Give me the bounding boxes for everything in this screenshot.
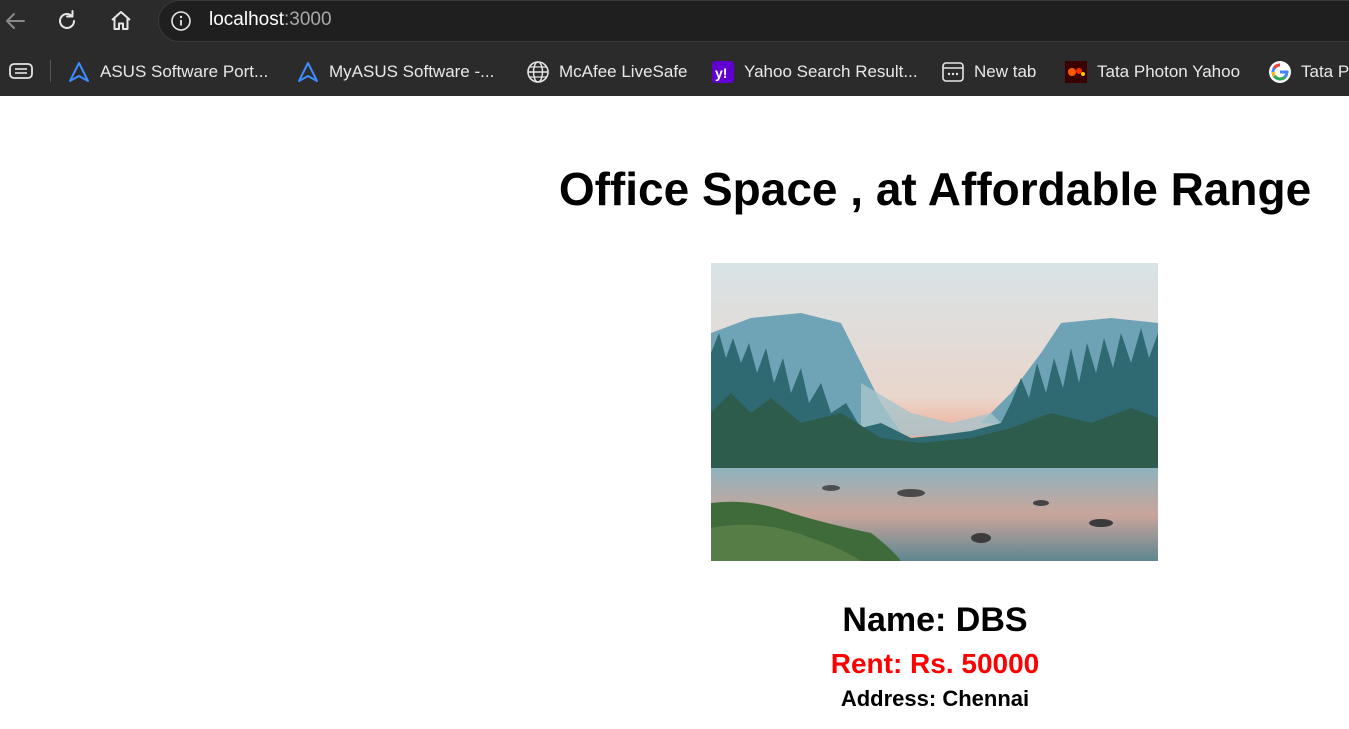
address-port: :3000 <box>284 9 332 30</box>
bookmark-label: McAfee LiveSafe <box>559 62 688 81</box>
address-url[interactable]: localhost:3000 <box>209 9 332 31</box>
bookmark-label: Tata Photon Yahoo <box>1097 62 1241 81</box>
asus-icon <box>67 60 91 84</box>
bookmark-myasus-software[interactable]: MyASUS Software -... <box>296 58 494 86</box>
new-tab-icon <box>941 60 965 84</box>
svg-text:y!: y! <box>715 65 727 81</box>
bookmark-yahoo-search[interactable]: y! Yahoo Search Result... <box>711 58 918 86</box>
bookmark-tata-photon-yahoo[interactable]: Tata Photon Yahoo <box>1064 58 1240 86</box>
address-bar[interactable] <box>158 0 1349 42</box>
office-rent: Rent: Rs. 50000 <box>830 648 1040 679</box>
refresh-icon <box>59 10 75 29</box>
globe-icon <box>526 60 550 84</box>
collections-icon[interactable] <box>8 60 34 82</box>
bookmark-tata-truncated[interactable]: Tata P <box>1268 58 1349 86</box>
refresh-button[interactable] <box>52 6 82 36</box>
bookmark-label: ASUS Software Port... <box>100 62 269 81</box>
yahoo-icon: y! <box>711 60 735 84</box>
back-button[interactable] <box>0 6 30 36</box>
office-address: Address: Chennai <box>840 686 1030 711</box>
site-info-icon[interactable] <box>170 10 192 32</box>
office-image <box>711 263 1158 561</box>
bookmark-label: MyASUS Software -... <box>329 62 495 81</box>
address-host: localhost <box>209 9 284 30</box>
bookmark-label: Yahoo Search Result... <box>744 62 918 81</box>
bookmarks-separator <box>50 60 51 82</box>
office-name: Name: DBS <box>842 601 1028 639</box>
bookmark-label: Tata P <box>1301 62 1349 81</box>
tata-photon-icon <box>1064 60 1088 84</box>
bookmark-label: New tab <box>974 62 1037 81</box>
home-icon <box>111 11 131 30</box>
asus-icon <box>296 60 320 84</box>
bookmark-asus-software-portal[interactable]: ASUS Software Port... <box>67 58 268 86</box>
google-icon <box>1268 60 1292 84</box>
home-button[interactable] <box>106 6 136 36</box>
bookmark-mcafee-livesafe[interactable]: McAfee LiveSafe <box>526 58 688 86</box>
back-arrow-icon <box>6 13 25 29</box>
landscape-photo <box>711 263 1158 561</box>
bookmark-new-tab[interactable]: New tab <box>941 58 1036 86</box>
page-title: Office Space , at Affordable Range <box>558 163 1312 215</box>
